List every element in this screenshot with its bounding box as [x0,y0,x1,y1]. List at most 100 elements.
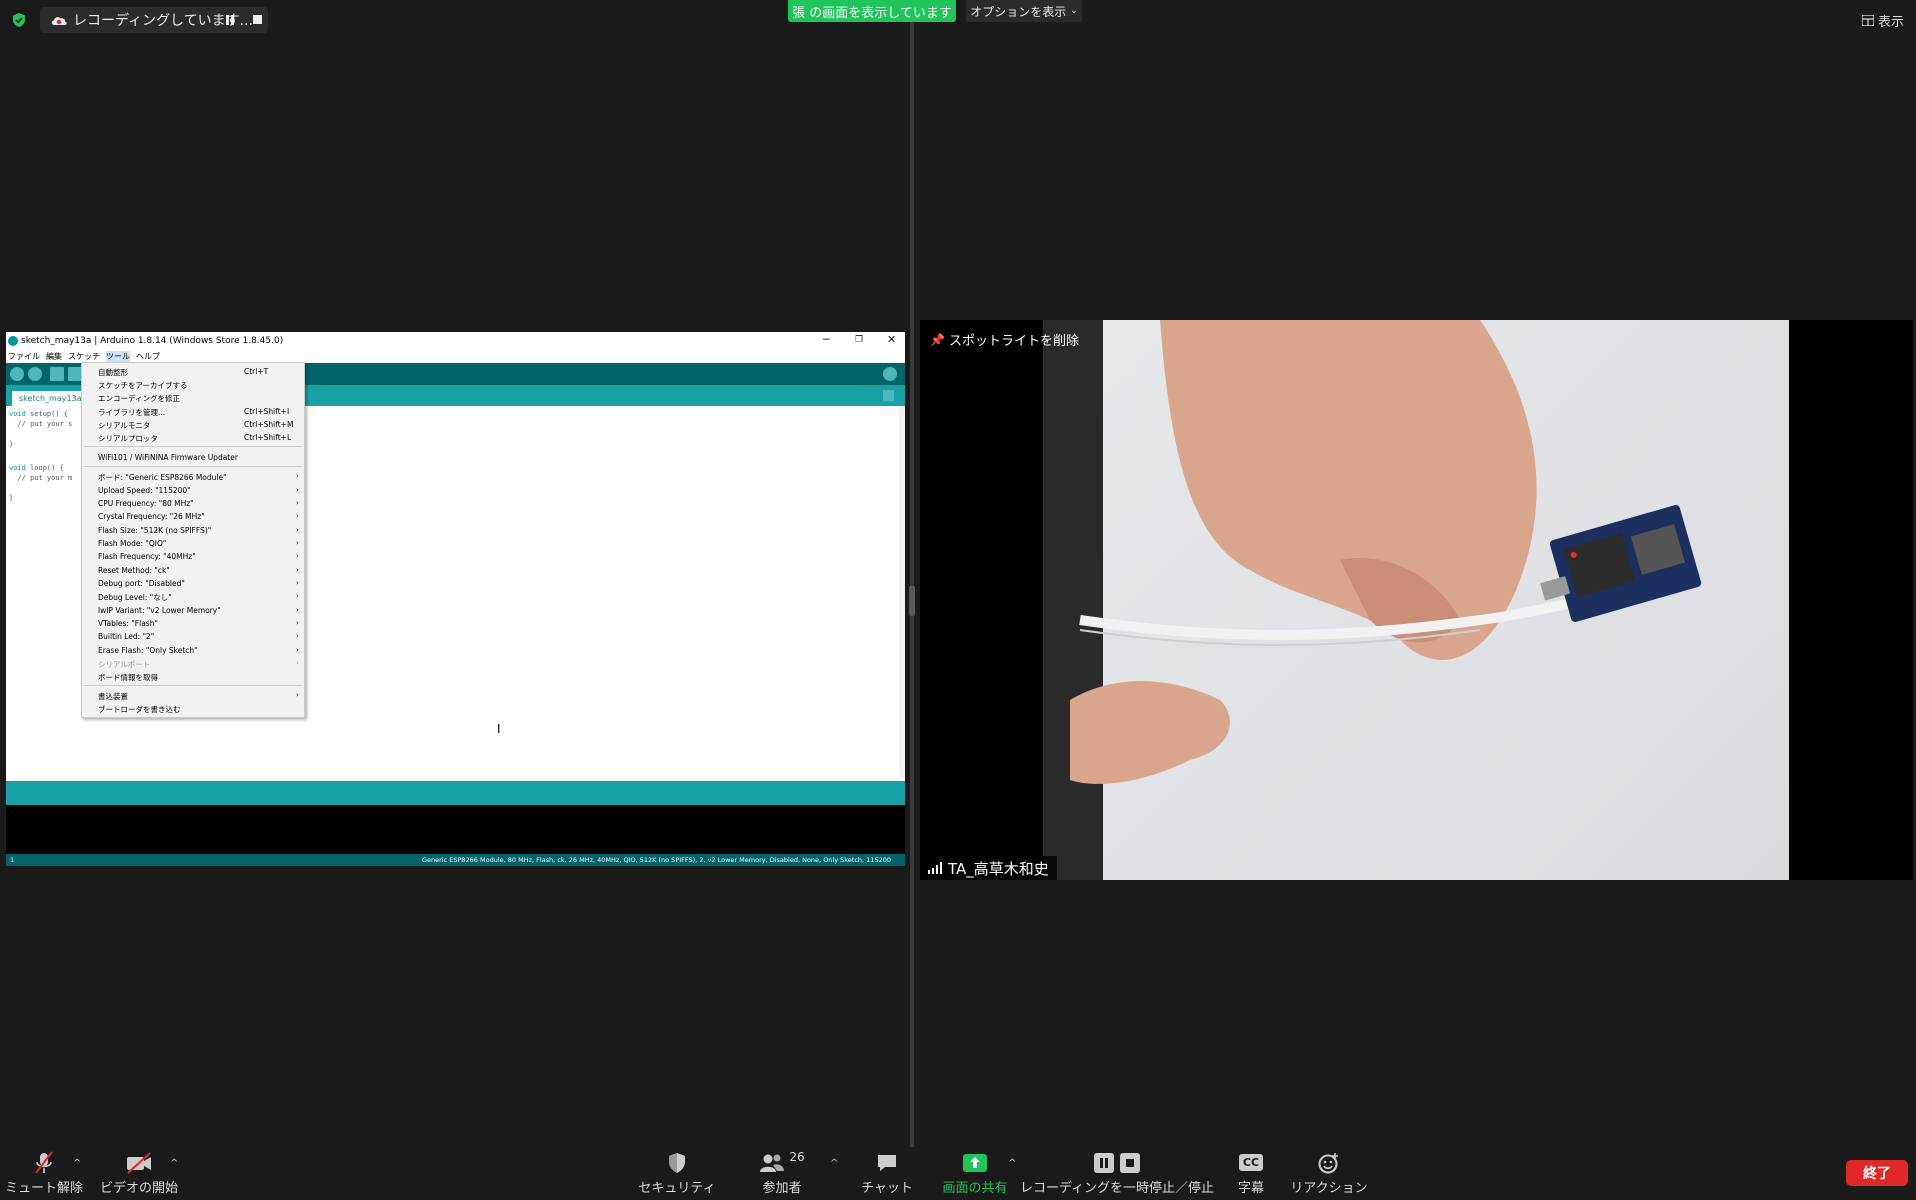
close-icon[interactable]: ✕ [887,333,896,346]
menu-item-flash-mode[interactable]: Flash Mode: "QIO" [98,539,166,548]
cloud-recording-icon [51,17,67,25]
start-video-label: ビデオの開始 [100,1181,179,1196]
menu-item-builtin-led[interactable]: Builtin Led: "2" [98,632,154,641]
serial-monitor-icon[interactable] [883,367,897,381]
menu-item-fix-encoding[interactable]: エンコーディングを修正 [98,393,180,404]
menu-item-lwip-variant[interactable]: lwIP Variant: "v2 Lower Memory" [98,606,221,615]
tools-menu: 自動整形 Ctrl+T スケッチをアーカイブする エンコーディングを修正 ライブ… [81,362,305,718]
menu-item-archive[interactable]: スケッチをアーカイブする [98,380,188,391]
submenu-arrow-icon: › [296,472,299,480]
view-layout-button[interactable]: 表示 [1862,10,1904,30]
pin-icon: 📌 [930,332,945,347]
code-line: // put your s [9,420,73,428]
view-label: 表示 [1878,14,1905,30]
menu-item-erase-flash[interactable]: Erase Flash: "Only Sketch" [98,646,198,655]
menu-item-debug-port[interactable]: Debug port: "Disabled" [98,579,185,588]
menu-shortcut: Ctrl+Shift+L [244,433,292,442]
menu-item-vtables[interactable]: VTables: "Flash" [98,619,158,628]
security-shield-icon[interactable] [11,12,27,28]
menu-separator [84,446,302,447]
pause-icon [1094,1152,1114,1173]
split-divider[interactable] [910,22,914,1147]
menu-item-upload-speed[interactable]: Upload Speed: "115200" [98,486,191,495]
unmute-button[interactable]: ミュート解除 [5,1150,83,1196]
chevron-down-icon: ⌄ [1070,6,1078,16]
participants-button[interactable]: 26 参加者 [756,1150,808,1196]
submenu-arrow-icon: › [296,579,299,587]
menu-item-auto-format[interactable]: 自動整形 [98,367,128,378]
chat-bubble-icon [878,1154,896,1171]
menu-item-crystal-frequency[interactable]: Crystal Frequency: "26 MHz" [98,512,205,521]
menu-edit[interactable]: 編集 [46,351,62,362]
editor-scrollbar[interactable] [899,406,905,777]
menu-shortcut: Ctrl+T [244,367,269,376]
video-frame-illustration [1070,320,1702,784]
verify-icon[interactable] [10,367,24,381]
tab-menu-icon[interactable] [883,390,894,401]
menu-item-firmware-updater[interactable]: WiFi101 / WiFiNINA Firmware Updater [98,453,238,462]
audio-options-caret-icon[interactable]: ^ [73,1158,81,1169]
code-line: setup() { [25,410,69,418]
menu-sketch[interactable]: スケッチ [68,351,100,362]
open-sketch-icon[interactable] [68,367,82,381]
video-options-caret-icon[interactable]: ^ [170,1158,178,1169]
text-cursor-icon: I [497,722,501,736]
menu-item-manage-libraries[interactable]: ライブラリを管理... [98,407,165,418]
menu-item-flash-size[interactable]: Flash Size: "512K (no SPIFFS)" [98,526,211,535]
menu-item-board[interactable]: ボード: "Generic ESP8266 Module" [98,472,227,483]
menu-item-serial-monitor[interactable]: シリアルモニタ [98,420,150,431]
code-keyword: void [9,410,26,418]
menu-item-debug-level[interactable]: Debug Level: "なし" [98,592,172,603]
reactions-button[interactable]: リアクション [1290,1150,1368,1196]
participant-video[interactable] [920,320,1913,880]
new-sketch-icon[interactable] [50,367,64,381]
line-number: 1 [10,856,15,864]
submenu-arrow-icon: › [296,526,299,534]
share-screen-button[interactable]: 画面の共有 [940,1150,1010,1196]
divider-handle[interactable] [909,586,915,616]
menu-shortcut: Ctrl+Shift+I [244,407,290,416]
submenu-arrow-icon: › [296,486,299,494]
submenu-arrow-icon: › [296,632,299,640]
pause-recording-icon[interactable] [225,15,235,25]
remove-spotlight-label: スポットライトを削除 [948,334,1079,349]
chat-button[interactable]: チャット [861,1150,913,1196]
submenu-arrow-icon: › [296,659,299,667]
participants-options-caret-icon[interactable]: ^ [830,1158,838,1169]
menu-item-burn-bootloader[interactable]: ブートローダを書き込む [98,704,181,715]
restore-icon[interactable]: ❐ [855,335,863,345]
menu-item-flash-frequency[interactable]: Flash Frequency: "40MHz" [98,552,196,561]
menu-separator [84,466,302,467]
menu-item-board-info[interactable]: ボード情報を取得 [98,672,158,683]
stop-recording-icon[interactable] [253,15,262,24]
code-line: } [9,494,14,502]
arduino-console [6,805,905,854]
menu-tools[interactable]: ツール [106,350,130,362]
pause-stop-recording-button[interactable]: レコーディングを一時停止／停止 [1020,1150,1214,1196]
minimize-icon[interactable]: ─ [823,333,830,346]
arduino-logo-icon [8,335,18,346]
share-options-caret-icon[interactable]: ^ [1008,1158,1016,1169]
menu-item-reset-method[interactable]: Reset Method: "ck" [98,566,170,575]
screen-share-banner: 張 の画面を表示しています [788,0,956,22]
video-camera-off-icon [127,1151,151,1174]
security-button[interactable]: セキュリティ [638,1150,716,1196]
remove-spotlight-button[interactable]: 📌 スポットライトを削除 [930,330,1079,350]
submenu-arrow-icon: › [296,499,299,507]
end-meeting-button[interactable]: 終了 [1846,1160,1908,1186]
cc-icon: CC [1238,1154,1264,1171]
menu-item-programmer[interactable]: 書込装置 [98,691,128,702]
menu-item-serial-plotter[interactable]: シリアルプロッタ [98,433,158,444]
menu-file[interactable]: ファイル [8,351,40,362]
tab-sketch[interactable]: sketch_may13a [12,391,90,406]
reactions-label: リアクション [1290,1181,1368,1196]
upload-icon[interactable] [28,367,42,381]
participants-count: 26 [789,1150,805,1164]
view-options-label: オプションを表示 [970,4,1067,19]
menu-help[interactable]: ヘルプ [136,351,160,362]
share-screen-label: 画面の共有 [942,1181,1008,1196]
start-video-button[interactable]: ビデオの開始 [100,1150,179,1196]
closed-caption-button[interactable]: CC 字幕 [1236,1150,1266,1196]
view-options-button[interactable]: オプションを表示 ⌄ [966,0,1082,22]
menu-item-cpu-frequency[interactable]: CPU Frequency: "80 MHz" [98,499,194,508]
